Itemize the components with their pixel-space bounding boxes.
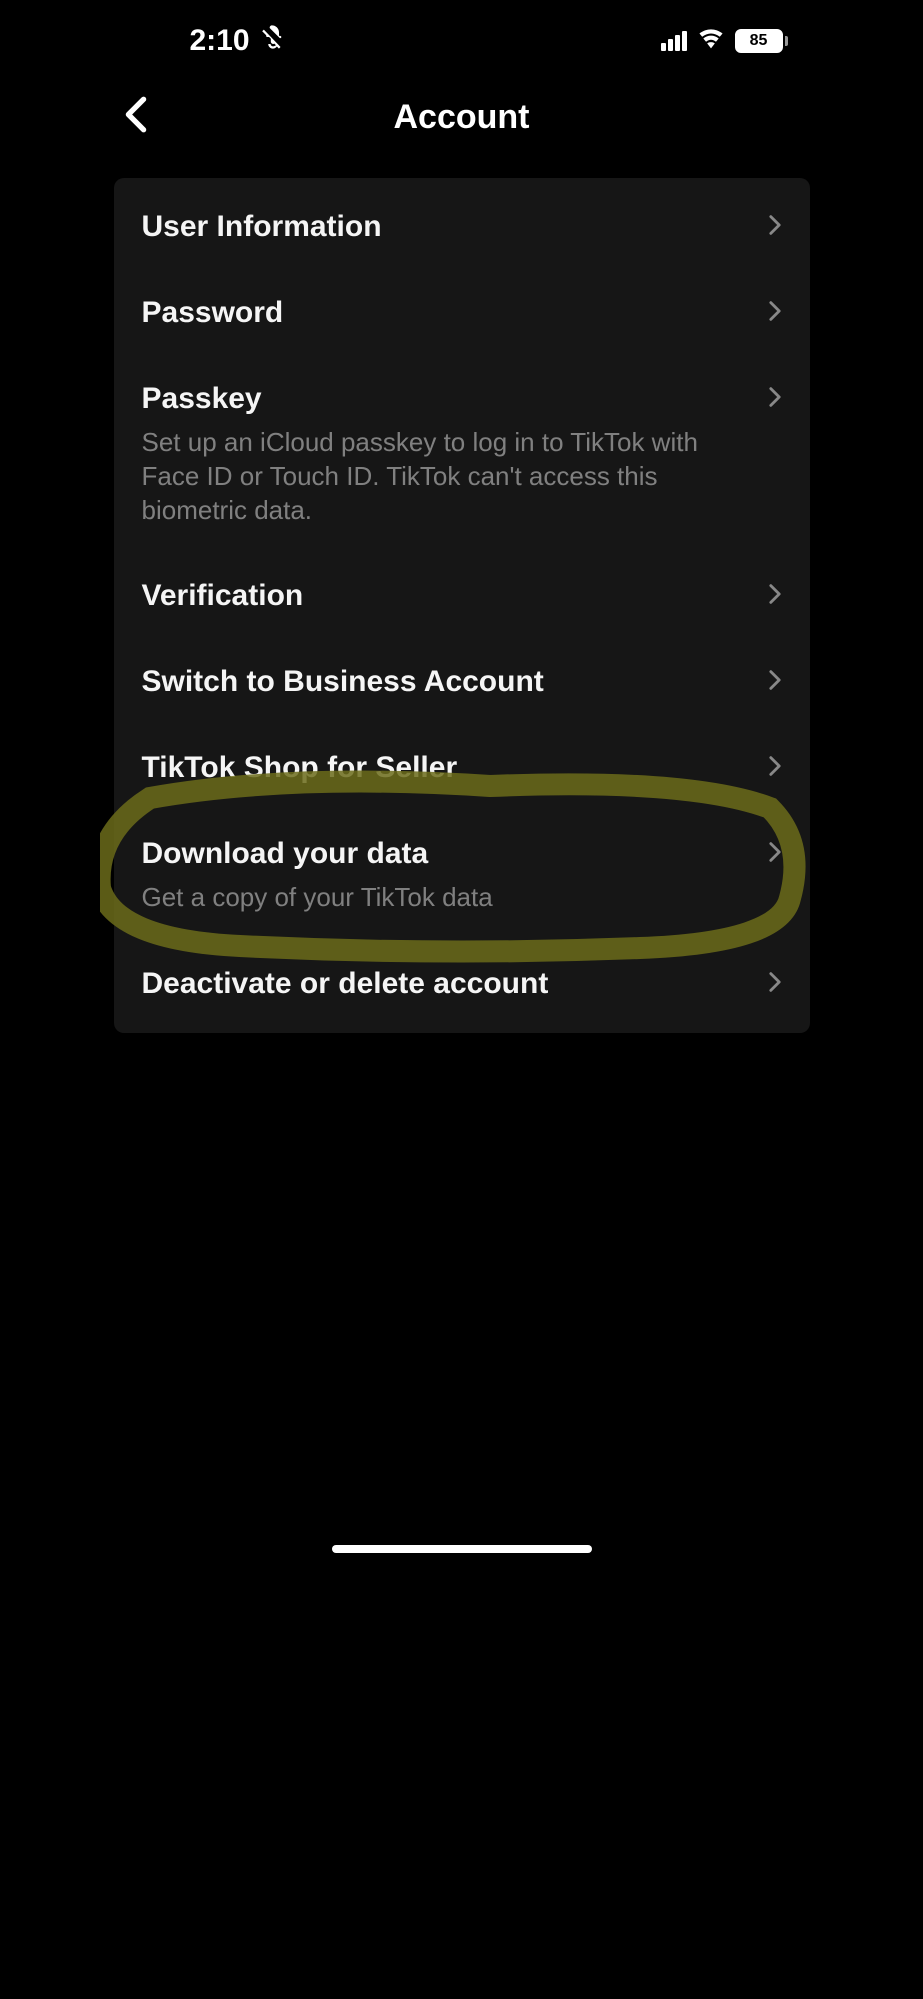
settings-item-label: User Information: [142, 210, 382, 244]
settings-item-deactivate[interactable]: Deactivate or delete account: [114, 941, 810, 1027]
wifi-icon: [697, 28, 725, 55]
home-indicator[interactable]: [332, 1545, 592, 1553]
settings-item-label: Password: [142, 296, 284, 330]
settings-item-desc: Set up an iCloud passkey to log in to Ti…: [142, 426, 782, 527]
mute-icon: [258, 23, 286, 59]
settings-item-label: TikTok Shop for Seller: [142, 751, 458, 785]
settings-item-label: Download your data: [142, 837, 429, 871]
settings-item-label: Passkey: [142, 382, 262, 416]
status-right: 85: [661, 28, 788, 55]
chevron-right-icon: [768, 754, 782, 783]
chevron-right-icon: [768, 385, 782, 414]
settings-item-tiktok-shop[interactable]: TikTok Shop for Seller: [114, 725, 810, 811]
battery-icon: 85: [735, 29, 788, 53]
settings-item-desc: Get a copy of your TikTok data: [142, 881, 782, 915]
chevron-right-icon: [768, 840, 782, 869]
battery-level: 85: [750, 32, 768, 50]
settings-item-passkey[interactable]: Passkey Set up an iCloud passkey to log …: [114, 356, 810, 553]
settings-item-label: Deactivate or delete account: [142, 967, 549, 1001]
settings-item-user-information[interactable]: User Information: [114, 184, 810, 270]
chevron-right-icon: [768, 299, 782, 328]
settings-item-label: Verification: [142, 579, 304, 613]
chevron-right-icon: [768, 213, 782, 242]
chevron-right-icon: [768, 970, 782, 999]
page-title: Account: [394, 98, 530, 137]
settings-group: User Information Password Passkey: [114, 178, 810, 1033]
status-left: 2:10: [136, 23, 286, 59]
status-bar: 2:10 85: [100, 0, 824, 72]
settings-item-download-data[interactable]: Download your data Get a copy of your Ti…: [114, 811, 810, 941]
settings-item-password[interactable]: Password: [114, 270, 810, 356]
chevron-right-icon: [768, 668, 782, 697]
nav-header: Account: [100, 72, 824, 162]
chevron-right-icon: [768, 582, 782, 611]
settings-item-label: Switch to Business Account: [142, 665, 544, 699]
settings-item-switch-business[interactable]: Switch to Business Account: [114, 639, 810, 725]
status-time: 2:10: [190, 24, 250, 58]
settings-item-verification[interactable]: Verification: [114, 553, 810, 639]
cellular-icon: [661, 31, 687, 51]
back-button[interactable]: [124, 96, 148, 139]
